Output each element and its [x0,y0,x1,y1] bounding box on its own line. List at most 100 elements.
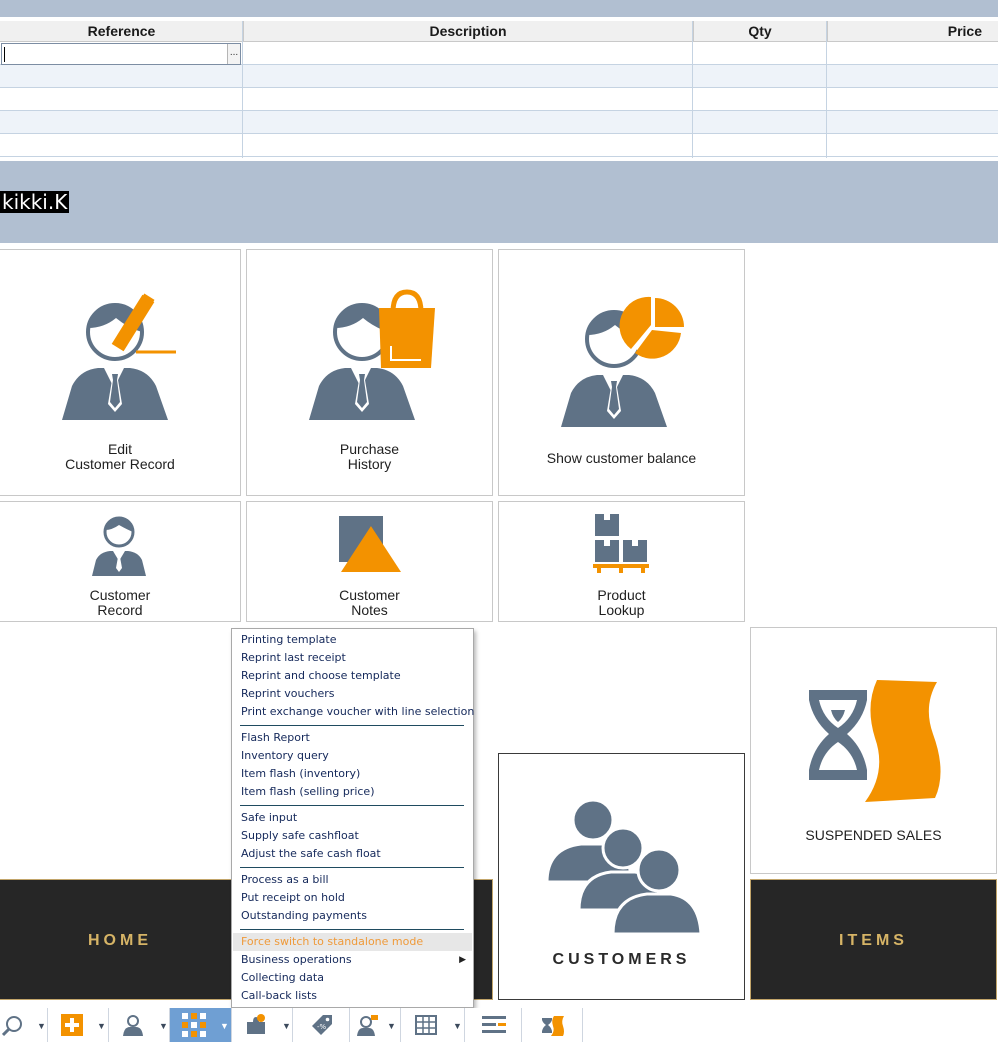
menu-item-reprint-and-choose-template[interactable]: Reprint and choose template [233,667,472,685]
hourglass-icon [542,1016,564,1036]
menu-item-process-as-bill[interactable]: Process as a bill [233,871,472,889]
product-lookup-label: Product Lookup [597,587,646,618]
edit-customer-icon [62,293,176,420]
reference-lookup-button[interactable]: ... [227,44,240,64]
customer-notes-tile[interactable]: Customer Notes [246,501,493,622]
menu-separator [240,725,464,726]
table-view-button[interactable]: ▼ [402,1008,465,1042]
purchase-history-icon [309,289,435,420]
customer-notes-icon [339,516,401,572]
lines-icon [482,1016,506,1033]
customer-button[interactable]: ▼ [110,1008,170,1042]
menu-item-item-flash-inventory[interactable]: Item flash (inventory) [233,765,472,783]
customer-icon [123,1015,143,1036]
table-row[interactable] [0,88,998,111]
suspended-sales-button[interactable] [523,1008,583,1042]
customer-band: kikki.K [0,161,998,243]
dropdown-arrow-icon[interactable]: ▼ [220,1021,229,1031]
menu-separator [240,867,464,868]
column-header-price[interactable]: Price [827,21,998,42]
menu-item-adjust-safe-cash-float[interactable]: Adjust the safe cash float [233,845,472,863]
customer-notes-label: Customer Notes [339,587,400,618]
dropdown-arrow-icon[interactable]: ▼ [282,1021,291,1031]
show-customer-balance-tile[interactable]: Show customer balance [498,249,745,496]
purchase-history-tile[interactable]: Purchase History [246,249,493,496]
column-header-reference[interactable]: Reference [0,21,243,42]
apps-grid-icon [182,1013,206,1037]
column-divider [692,21,693,158]
home-label: HOME [88,932,152,949]
table-row[interactable] [0,134,998,157]
edit-customer-record-tile[interactable]: Edit Customer Record [0,249,241,496]
menu-item-put-receipt-on-hold[interactable]: Put receipt on hold [233,889,472,907]
menu-item-collecting-data[interactable]: Collecting data [233,969,472,987]
menu-item-call-back-lists[interactable]: Call-back lists [233,987,472,1005]
operations-context-menu: Printing template Reprint last receipt R… [231,628,474,1008]
svg-text:-%: -% [317,1023,327,1031]
customer-record-icon [92,516,146,576]
menu-item-print-exchange-voucher[interactable]: Print exchange voucher with line selecti… [233,703,474,721]
menu-item-business-operations[interactable]: Business operations ▶ [233,951,472,969]
customers-group-icon [547,798,703,936]
puzzle-icon [247,1014,265,1034]
column-header-qty[interactable]: Qty [693,21,827,42]
customer-record-label: Customer Record [89,587,151,618]
customer-record-tile[interactable]: Customer Record [0,501,241,622]
bottom-toolbar: ▼ ▼ ▼ ▼ ▼ -% ▼ ▼ [0,1008,998,1042]
items-label: ITEMS [839,932,908,949]
discount-button[interactable]: -% [294,1008,350,1042]
menu-separator [240,929,464,930]
add-button[interactable]: ▼ [49,1008,109,1042]
top-bar [0,0,998,17]
items-nav-button[interactable]: ITEMS [750,879,997,1000]
dropdown-arrow-icon[interactable]: ▼ [387,1021,396,1031]
reference-input[interactable]: ... [1,43,241,65]
purchase-history-label: Purchase History [339,441,400,472]
menu-item-reprint-last-receipt[interactable]: Reprint last receipt [233,649,472,667]
extensions-button[interactable]: ▼ [233,1008,293,1042]
menu-item-supply-safe-cashfloat[interactable]: Supply safe cashfloat [233,827,472,845]
show-customer-balance-label: Show customer balance [546,450,697,466]
table-row[interactable] [0,111,998,134]
column-divider [826,21,827,158]
salesperson-button[interactable]: ▼ [351,1008,401,1042]
dropdown-arrow-icon[interactable]: ▼ [37,1021,46,1031]
menu-item-inventory-query[interactable]: Inventory query [233,747,472,765]
suspended-sales-label: SUSPENDED SALES [805,827,942,843]
table-row[interactable] [0,65,998,88]
product-lookup-tile[interactable]: Product Lookup [498,501,745,622]
menu-item-reprint-vouchers[interactable]: Reprint vouchers [233,685,472,703]
salesperson-icon [357,1015,378,1036]
column-header-description[interactable]: Description [243,21,693,42]
column-divider [242,21,243,158]
menu-item-item-flash-selling-price[interactable]: Item flash (selling price) [233,783,472,801]
submenu-arrow-icon: ▶ [459,955,466,965]
hourglass-icon [809,680,941,802]
menu-item-label: Business operations [241,953,352,966]
suspended-sales-tile[interactable]: SUSPENDED SALES [750,627,997,874]
product-boxes-icon [593,514,649,573]
menu-separator [240,805,464,806]
customers-tile[interactable]: CUSTOMERS [498,753,745,1000]
table-icon [415,1015,437,1035]
receipt-lines-grid: Reference Description Qty Price ... [0,21,998,158]
search-button[interactable]: ▼ [0,1008,48,1042]
header-divider [827,21,828,42]
apps-grid-button[interactable]: ▼ [170,1008,232,1042]
menu-item-outstanding-payments[interactable]: Outstanding payments [233,907,472,925]
text-caret [4,47,5,62]
customers-label: CUSTOMERS [552,951,691,968]
menu-item-printing-template[interactable]: Printing template [233,631,472,649]
dropdown-arrow-icon[interactable]: ▼ [453,1021,462,1031]
lines-button[interactable] [466,1008,522,1042]
discount-tag-icon: -% [312,1015,332,1035]
menu-item-flash-report[interactable]: Flash Report [233,729,472,747]
menu-item-safe-input[interactable]: Safe input [233,809,472,827]
add-icon [61,1014,83,1036]
header-divider [693,21,694,42]
dropdown-arrow-icon[interactable]: ▼ [97,1021,106,1031]
dropdown-arrow-icon[interactable]: ▼ [159,1021,168,1031]
edit-customer-record-label: Edit Customer Record [65,441,175,472]
customer-balance-icon [561,296,684,427]
menu-item-force-switch-standalone[interactable]: Force switch to standalone mode [233,933,472,951]
